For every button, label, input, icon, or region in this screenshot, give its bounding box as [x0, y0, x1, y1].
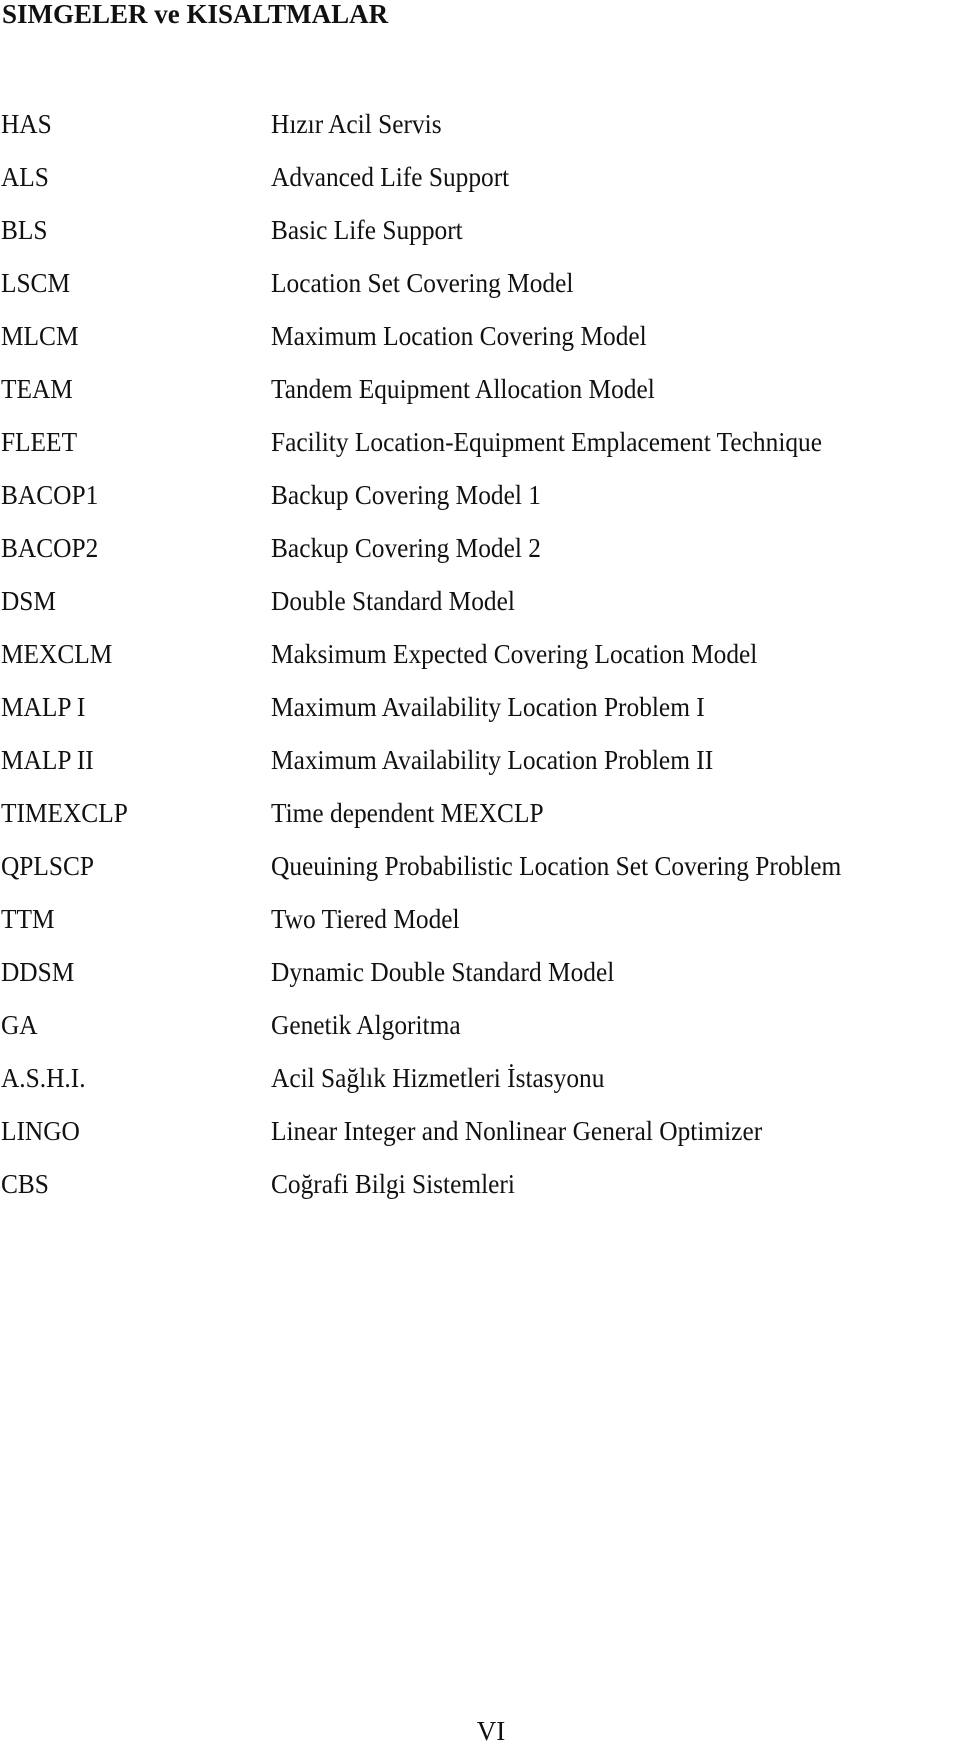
- abbreviation: GA: [0, 1009, 38, 1040]
- abbreviation-expansion: Double Standard Model: [271, 585, 515, 616]
- abbreviation-expansion: Acil Sağlık Hizmetleri İstasyonu: [271, 1062, 605, 1093]
- abbreviation-list: HAS Hızır Acil Servis ALS Advanced Life …: [0, 97, 960, 1210]
- abbreviation-expansion: Time dependent MEXCLP: [271, 797, 544, 828]
- abbreviation: BACOP1: [0, 479, 99, 510]
- abbreviation-expansion: Basic Life Support: [271, 214, 463, 245]
- list-item: BACOP1 Backup Covering Model 1: [0, 468, 960, 521]
- abbreviation: FLEET: [0, 426, 78, 457]
- abbreviation: QPLSCP: [0, 850, 95, 881]
- list-item: HAS Hızır Acil Servis: [0, 97, 960, 150]
- list-item: MLCM Maximum Location Covering Model: [0, 309, 960, 362]
- abbreviation: HAS: [0, 108, 52, 139]
- list-item: BACOP2 Backup Covering Model 2: [0, 521, 960, 574]
- list-item: TEAM Tandem Equipment Allocation Model: [0, 362, 960, 415]
- list-item: MALP I Maximum Availability Location Pro…: [0, 680, 960, 733]
- abbreviation: DDSM: [0, 956, 75, 987]
- abbreviation-expansion: Linear Integer and Nonlinear General Opt…: [271, 1115, 763, 1146]
- list-item: DSM Double Standard Model: [0, 574, 960, 627]
- list-item: QPLSCP Queuining Probabilistic Location …: [0, 839, 960, 892]
- list-item: DDSM Dynamic Double Standard Model: [0, 945, 960, 998]
- abbreviation-expansion: Maximum Availability Location Problem I: [271, 691, 705, 722]
- abbreviation: TIMEXCLP: [0, 797, 128, 828]
- abbreviation-expansion: Maximum Availability Location Problem II: [271, 744, 714, 775]
- abbreviation-expansion: Coğrafi Bilgi Sistemleri: [271, 1168, 515, 1199]
- abbreviation: BACOP2: [0, 532, 99, 563]
- abbreviation: ALS: [0, 161, 49, 192]
- abbreviation-expansion: Backup Covering Model 1: [271, 479, 541, 510]
- list-item: MEXCLM Maksimum Expected Covering Locati…: [0, 627, 960, 680]
- list-item: BLS Basic Life Support: [0, 203, 960, 256]
- abbreviation-expansion: Maksimum Expected Covering Location Mode…: [271, 638, 758, 669]
- abbreviation: CBS: [0, 1168, 49, 1199]
- abbreviation: LSCM: [0, 267, 71, 298]
- abbreviation-expansion: Dynamic Double Standard Model: [271, 956, 615, 987]
- abbreviation-expansion: Backup Covering Model 2: [271, 532, 541, 563]
- abbreviation-expansion: Queuining Probabilistic Location Set Cov…: [271, 850, 842, 881]
- list-item: GA Genetik Algoritma: [0, 998, 960, 1051]
- abbreviation: DSM: [0, 585, 56, 616]
- abbreviation: MALP II: [0, 744, 94, 775]
- list-item: LINGO Linear Integer and Nonlinear Gener…: [0, 1104, 960, 1157]
- abbreviation-expansion: Genetik Algoritma: [271, 1009, 461, 1040]
- abbreviation-expansion: Location Set Covering Model: [271, 267, 574, 298]
- abbreviation-expansion: Maximum Location Covering Model: [271, 320, 647, 351]
- abbreviation-expansion: Hızır Acil Servis: [271, 108, 442, 139]
- abbreviation: MLCM: [0, 320, 79, 351]
- abbreviation: TEAM: [0, 373, 73, 404]
- abbreviation: TTM: [0, 903, 55, 934]
- abbreviation: MALP I: [0, 691, 86, 722]
- abbreviation-expansion: Tandem Equipment Allocation Model: [271, 373, 655, 404]
- list-item: CBS Coğrafi Bilgi Sistemleri: [0, 1157, 960, 1210]
- abbreviation-expansion: Facility Location-Equipment Emplacement …: [271, 426, 823, 457]
- page-title: SIMGELER ve KISALTMALAR: [2, 0, 389, 29]
- list-item: A.S.H.I. Acil Sağlık Hizmetleri İstasyon…: [0, 1051, 960, 1104]
- list-item: LSCM Location Set Covering Model: [0, 256, 960, 309]
- page-number: VI: [476, 1716, 506, 1746]
- list-item: TTM Two Tiered Model: [0, 892, 960, 945]
- abbreviation: A.S.H.I.: [0, 1062, 86, 1093]
- abbreviation: BLS: [0, 214, 48, 245]
- abbreviation-expansion: Advanced Life Support: [271, 161, 510, 192]
- list-item: FLEET Facility Location-Equipment Emplac…: [0, 415, 960, 468]
- list-item: ALS Advanced Life Support: [0, 150, 960, 203]
- abbreviation-expansion: Two Tiered Model: [271, 903, 460, 934]
- abbreviation: LINGO: [0, 1115, 80, 1146]
- list-item: TIMEXCLP Time dependent MEXCLP: [0, 786, 960, 839]
- list-item: MALP II Maximum Availability Location Pr…: [0, 733, 960, 786]
- abbreviation: MEXCLM: [0, 638, 113, 669]
